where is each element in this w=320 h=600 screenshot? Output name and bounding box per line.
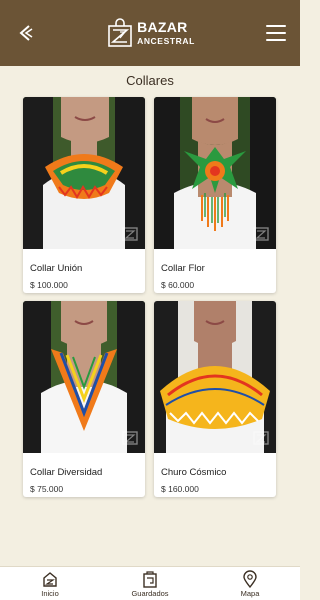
section-title: Collares — [126, 73, 174, 88]
nav-item-mapa[interactable]: Mapa — [215, 569, 285, 598]
nav-label: Guardados — [131, 588, 169, 598]
product-name: Collar Unión — [30, 263, 83, 274]
product-name: Churo Cósmico — [161, 467, 227, 478]
product-image — [154, 97, 276, 249]
app-header: BAZAR ANCESTRAL — [0, 0, 300, 66]
app-logo[interactable]: BAZAR ANCESTRAL — [107, 18, 195, 48]
nav-item-inicio[interactable]: Inicio — [15, 570, 85, 598]
back-chevron-icon — [19, 25, 33, 41]
product-price: $ 160.000 — [161, 484, 199, 494]
bag-watermark-icon — [122, 431, 138, 445]
product-card[interactable]: Collar Flor $ 60.000 — [154, 97, 276, 293]
logo-subtitle: ANCESTRAL — [137, 36, 195, 47]
bag-watermark-icon — [253, 227, 269, 241]
product-price: $ 60.000 — [161, 280, 195, 290]
saved-icon — [143, 570, 157, 588]
menu-button[interactable] — [265, 25, 286, 41]
product-image — [23, 97, 145, 249]
product-card[interactable]: Churo Cósmico $ 160.000 — [154, 301, 276, 497]
hamburger-menu-icon — [265, 25, 286, 27]
product-image — [154, 301, 276, 453]
map-pin-icon — [243, 569, 257, 588]
product-price: $ 75.000 — [30, 484, 64, 494]
product-image — [23, 301, 145, 453]
product-card[interactable]: Collar Unión $ 100.000 — [23, 97, 145, 293]
product-name: Collar Diversidad — [30, 467, 103, 478]
home-icon — [43, 571, 57, 587]
bottom-navigation: Inicio Guardados Mapa — [0, 566, 300, 600]
nav-item-guardados[interactable]: Guardados — [115, 570, 185, 598]
product-card[interactable]: Collar Diversidad $ 75.000 — [23, 301, 145, 497]
product-name: Collar Flor — [161, 263, 205, 274]
product-price: $ 100.000 — [30, 280, 68, 290]
logo-title: BAZAR — [137, 19, 188, 36]
shopping-bag-logo-icon — [108, 18, 132, 47]
bag-watermark-icon — [253, 431, 269, 445]
nav-label: Inicio — [41, 588, 59, 598]
nav-label: Mapa — [240, 588, 260, 598]
back-button[interactable] — [16, 23, 36, 43]
bag-watermark-icon — [122, 227, 138, 241]
product-grid: Collar Unión $ 100.000 Collar Flor $ 60.… — [23, 97, 277, 497]
